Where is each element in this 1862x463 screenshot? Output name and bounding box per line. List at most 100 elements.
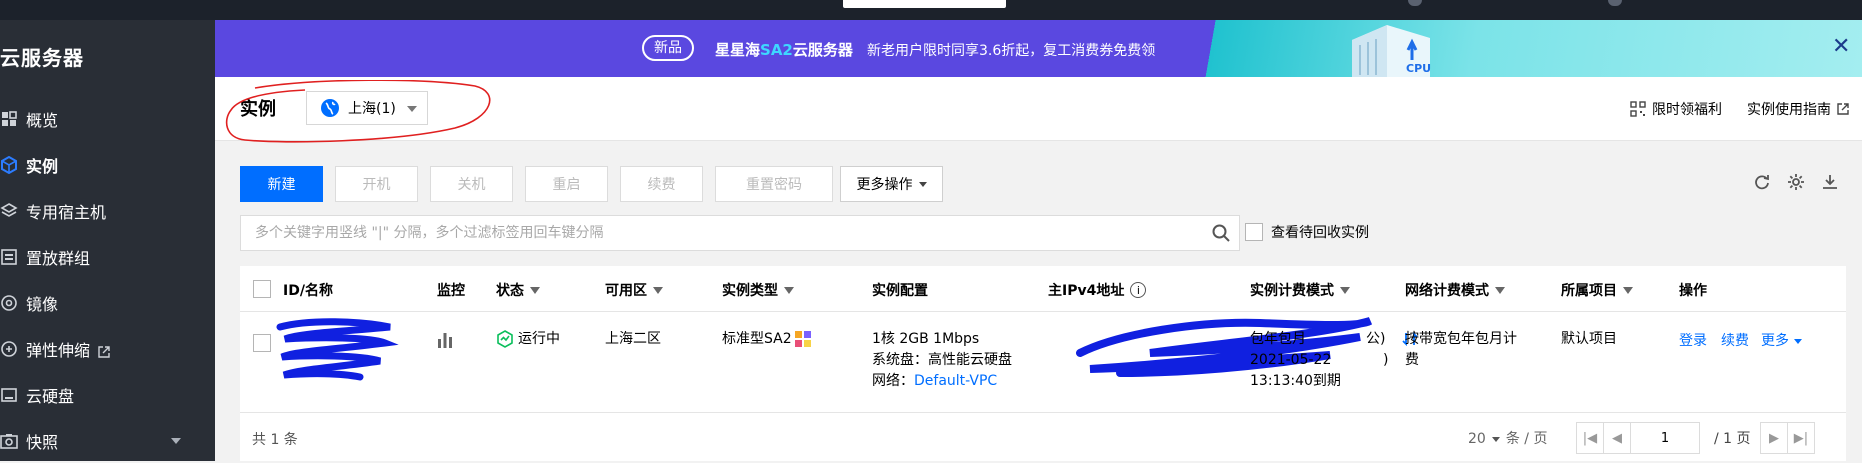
- more-actions-button[interactable]: 更多操作: [840, 166, 943, 202]
- red-annotation-circle: [225, 80, 491, 143]
- external-link-icon: [1837, 103, 1849, 115]
- external-link-icon: [98, 343, 110, 358]
- sidebar-item-snapshot[interactable]: 快照: [0, 419, 215, 463]
- sidebar-item-cloud-disk[interactable]: 云硬盘: [0, 373, 215, 417]
- banner-subtitle: 新老用户限时同享3.6折起，复工消费券免费领: [867, 43, 1156, 59]
- cube-icon: [0, 156, 18, 174]
- sidebar-item-label: 快照: [26, 433, 59, 452]
- sidebar-item-placement-group[interactable]: 置放群组: [0, 235, 215, 279]
- renew-button[interactable]: 续费: [620, 166, 703, 202]
- column-config: 实例配置: [872, 283, 928, 299]
- sidebar-item-auto-scaling[interactable]: 弹性伸缩: [0, 327, 215, 371]
- guide-link[interactable]: 实例使用指南: [1747, 99, 1849, 119]
- notification-icon[interactable]: [1408, 0, 1422, 6]
- sa2-badge-icon: [794, 331, 811, 347]
- user-icon[interactable]: [1608, 0, 1622, 6]
- row-checkbox[interactable]: [253, 334, 271, 352]
- more-link[interactable]: 更多: [1761, 331, 1802, 351]
- prev-page-button[interactable]: ◀: [1603, 422, 1631, 454]
- last-page-button[interactable]: ▶|: [1787, 422, 1815, 454]
- group-icon: [0, 248, 18, 266]
- qrcode-icon: [1630, 101, 1646, 117]
- total-count: 共 1 条: [252, 432, 298, 448]
- benefit-link[interactable]: 限时领福利: [1630, 99, 1722, 119]
- sidebar-item-label: 弹性伸缩: [26, 341, 91, 360]
- column-billing[interactable]: 实例计费模式: [1250, 280, 1350, 300]
- status-running: 运行中: [496, 329, 560, 349]
- billing-line2: 2021-05-22: [1250, 352, 1332, 368]
- chevron-down-icon[interactable]: [171, 438, 181, 444]
- vpc-link[interactable]: Default-VPC: [914, 373, 997, 389]
- top-search-box[interactable]: [843, 0, 1006, 8]
- stop-button[interactable]: 关机: [430, 166, 513, 202]
- config-line2: 系统盘：高性能云硬盘: [872, 352, 1012, 368]
- sidebar-item-label: 置放群组: [26, 249, 91, 268]
- search-icon[interactable]: [1211, 223, 1231, 247]
- recycle-label: 查看待回收实例: [1271, 225, 1369, 241]
- billing-line3: 13:13:40到期: [1250, 373, 1341, 389]
- billing-line1: 包年包月: [1250, 331, 1306, 347]
- disk-icon: [0, 386, 18, 404]
- cpu-illustration-icon: CPU: [1352, 25, 1431, 77]
- new-badge: 新品: [642, 35, 694, 61]
- filter-icon[interactable]: [784, 286, 794, 294]
- column-monitor: 监控: [437, 283, 465, 299]
- filter-icon[interactable]: [1495, 286, 1505, 294]
- first-page-button[interactable]: |◀: [1576, 422, 1604, 454]
- layers-icon: [0, 202, 18, 220]
- column-ip[interactable]: 主IPv4地址 i: [1048, 280, 1147, 300]
- filter-icon[interactable]: [1623, 286, 1633, 294]
- table-tools: [1752, 172, 1840, 192]
- filter-icon[interactable]: [653, 286, 663, 294]
- column-type[interactable]: 实例类型: [722, 280, 794, 300]
- login-link[interactable]: 登录: [1679, 331, 1707, 351]
- column-project[interactable]: 所属项目: [1561, 280, 1633, 300]
- ip-tail: 公): [1366, 331, 1386, 347]
- svg-text:CPU: CPU: [1406, 62, 1431, 75]
- sidebar-item-label: 云硬盘: [26, 387, 75, 406]
- next-page-button[interactable]: ▶: [1760, 422, 1788, 454]
- search-input[interactable]: [241, 216, 1171, 250]
- close-icon[interactable]: ✕: [1832, 36, 1854, 58]
- select-all-checkbox[interactable]: [253, 280, 271, 298]
- download-icon[interactable]: [1820, 172, 1840, 192]
- project-cell: 默认项目: [1561, 331, 1617, 347]
- redacted-id-scribble: [276, 318, 399, 381]
- sidebar-item-image[interactable]: 镜像: [0, 281, 215, 325]
- config-line1: 1核 2GB 1Mbps: [872, 331, 980, 347]
- filter-icon[interactable]: [1340, 286, 1350, 294]
- column-id: ID/名称: [283, 283, 333, 299]
- sidebar-item-dedicated-host[interactable]: 专用宿主机: [0, 189, 215, 233]
- page-total: / 1 页: [1714, 431, 1751, 447]
- refresh-icon[interactable]: [1752, 172, 1772, 192]
- sidebar-item-instances[interactable]: 实例: [0, 143, 215, 187]
- instance-table: ID/名称 监控 状态 可用区 实例类型 实例配置 主IPv4地址 i 实例计费模…: [240, 266, 1846, 461]
- renew-link[interactable]: 续费: [1721, 331, 1749, 351]
- recycle-checkbox[interactable]: [1245, 223, 1263, 241]
- column-zone[interactable]: 可用区: [605, 280, 663, 300]
- new-instance-button[interactable]: 新建: [240, 166, 323, 202]
- sidebar-item-label: 镜像: [26, 295, 59, 314]
- promo-banner[interactable]: 新品 星星海SA2云服务器 新老用户限时同享3.6折起，复工消费券免费领 CPU…: [215, 20, 1862, 77]
- column-net-billing[interactable]: 网络计费模式: [1405, 280, 1505, 300]
- config-line3: 网络：Default-VPC: [872, 373, 998, 389]
- banner-decoration: [1175, 20, 1862, 77]
- gear-icon[interactable]: [1786, 172, 1806, 192]
- banner-title: 星星海SA2云服务器: [715, 41, 853, 59]
- restart-button[interactable]: 重启: [525, 166, 608, 202]
- page-input[interactable]: 1: [1630, 422, 1700, 454]
- page-size-select[interactable]: 20 条 / 页: [1468, 429, 1547, 449]
- recycle-toggle[interactable]: 查看待回收实例: [1245, 222, 1369, 242]
- reset-password-button[interactable]: 重置密码: [715, 166, 833, 202]
- column-status[interactable]: 状态: [496, 280, 540, 300]
- search-bar[interactable]: [240, 215, 1240, 251]
- sidebar-item-label: 专用宿主机: [26, 203, 107, 222]
- chevron-down-icon: [918, 181, 927, 187]
- running-icon: [497, 330, 513, 348]
- info-icon[interactable]: i: [1130, 282, 1147, 298]
- monitor-chart-icon[interactable]: [436, 331, 454, 349]
- start-button[interactable]: 开机: [335, 166, 418, 202]
- sidebar-item-overview[interactable]: 概览: [0, 97, 215, 141]
- redacted-ip-scribble: [1076, 317, 1373, 377]
- filter-icon[interactable]: [530, 286, 540, 294]
